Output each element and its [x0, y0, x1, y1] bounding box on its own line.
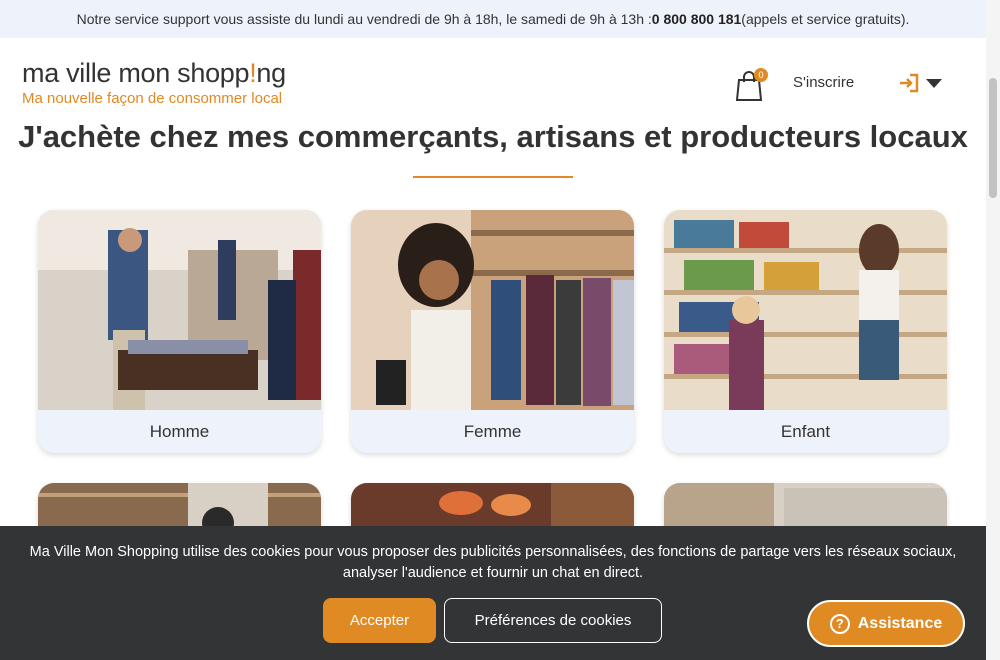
category-label: Femme [463, 421, 522, 441]
category-label: Enfant [780, 421, 831, 441]
cart-count-badge: 0 [754, 68, 768, 82]
login-menu[interactable] [898, 70, 950, 96]
scrollbar-thumb[interactable] [989, 78, 997, 198]
sign-in-icon [900, 73, 919, 93]
site-header: ma ville mon shopp!ng Ma nouvelle façon … [0, 38, 986, 128]
category-photo-enfant [664, 210, 947, 410]
caret-down-icon [926, 79, 942, 88]
category-label: Homme [149, 421, 210, 441]
support-suffix: (appels et service gratuits). [741, 11, 910, 27]
support-text: Notre service support vous assiste du lu… [76, 11, 652, 27]
cookie-message: Ma Ville Mon Shopping utilise des cookie… [29, 544, 957, 581]
page-headline: J'achète chez mes commerçants, artisans … [18, 119, 968, 154]
accept-cookies-button[interactable]: Accepter [323, 598, 436, 643]
category-card-femme[interactable]: Femme [351, 210, 634, 453]
category-card-enfant[interactable]: Enfant [664, 210, 947, 453]
logo-wordmark: ma ville mon shopp!ng [22, 58, 286, 88]
question-icon: ? [829, 613, 850, 634]
category-photo-femme [351, 210, 634, 410]
category-photo-homme [38, 210, 321, 410]
cart-button[interactable]: 0 [735, 68, 768, 102]
headline-divider [413, 176, 573, 178]
assistance-button[interactable]: ? Assistance [807, 600, 965, 647]
logo-tagline: Ma nouvelle façon de consommer local [22, 90, 283, 107]
cookie-preferences-button[interactable]: Préférences de cookies [444, 598, 662, 643]
support-phone[interactable]: 0 800 800 181 [652, 11, 742, 27]
support-bar: Notre service support vous assiste du lu… [0, 0, 986, 38]
signup-link[interactable]: S'inscrire [793, 74, 854, 91]
category-card-homme[interactable]: Homme [38, 210, 321, 453]
page-scrollbar[interactable] [986, 0, 1000, 660]
assistance-label: Assistance [857, 614, 943, 632]
site-logo[interactable]: ma ville mon shopp!ng Ma nouvelle façon … [22, 58, 286, 108]
